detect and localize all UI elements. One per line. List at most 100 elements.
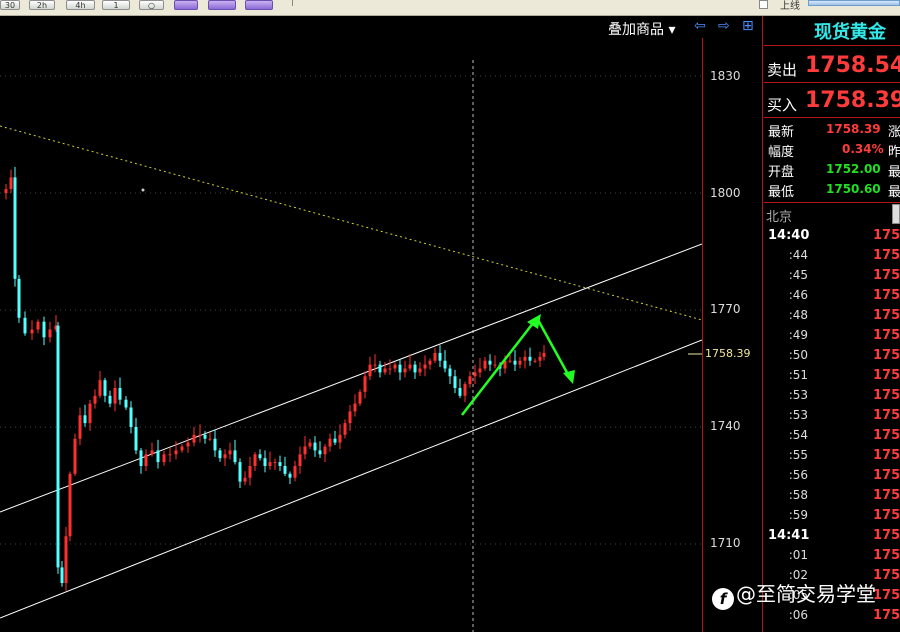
watermark-logo-icon: f bbox=[712, 588, 734, 610]
candle-body bbox=[408, 364, 412, 369]
candle-body bbox=[139, 450, 143, 466]
candle-body bbox=[78, 415, 82, 439]
quote-value: 1758.39 bbox=[826, 122, 881, 136]
tick-row: :55 175 bbox=[764, 446, 900, 466]
candle-body bbox=[288, 473, 292, 478]
candle-body bbox=[383, 368, 387, 373]
candle-body bbox=[438, 352, 442, 361]
timeframe-2h-button[interactable]: 2h bbox=[29, 0, 55, 10]
candle-body bbox=[283, 466, 287, 474]
candle-body bbox=[180, 446, 184, 451]
candle-body bbox=[513, 360, 517, 365]
y-tick-1710: 1710 bbox=[710, 536, 741, 550]
projection-arrow-down bbox=[535, 317, 572, 379]
toolbar-checkbox-label: 上线 bbox=[780, 1, 800, 12]
tick-price: 175 bbox=[873, 368, 900, 383]
tile-windows-icon[interactable]: ⊞ bbox=[742, 18, 754, 34]
candle-body bbox=[313, 442, 317, 451]
candle-body bbox=[268, 462, 272, 466]
quote-right-label: 最 bbox=[888, 165, 900, 180]
candle-body bbox=[298, 454, 302, 466]
panel-divider bbox=[762, 16, 763, 632]
candle-body bbox=[218, 450, 222, 459]
watermark: f @至简交易学堂 bbox=[712, 578, 876, 610]
sell-label: 卖出 bbox=[767, 61, 798, 79]
candlestick-chart[interactable] bbox=[0, 38, 702, 632]
candle-body bbox=[468, 376, 472, 385]
tick-price: 175 bbox=[873, 388, 900, 403]
candle-body bbox=[64, 536, 68, 583]
candle-body bbox=[308, 442, 312, 447]
tick-time: :45 bbox=[788, 268, 808, 282]
candle-body bbox=[258, 454, 262, 459]
sell-value: 1758.54 bbox=[805, 53, 900, 78]
candle-body bbox=[518, 360, 522, 365]
chart-grid bbox=[0, 75, 702, 545]
timeframe-4h-button[interactable]: 4h bbox=[66, 0, 95, 10]
tick-row: :54 175 bbox=[764, 426, 900, 446]
candle-body bbox=[4, 189, 8, 193]
candle-body bbox=[150, 450, 154, 455]
edit-tool-button[interactable] bbox=[208, 0, 236, 10]
timeframe-1-button[interactable]: 1 bbox=[102, 0, 130, 10]
quote-value: 0.34% bbox=[842, 142, 884, 156]
projection-arrow-down-head bbox=[563, 370, 575, 384]
buy-label: 买入 bbox=[767, 96, 798, 114]
timeframe-30-button[interactable]: 30 bbox=[0, 0, 20, 10]
candle-body bbox=[478, 368, 482, 373]
candle-body bbox=[23, 317, 27, 334]
y-tick-1830: 1830 bbox=[710, 69, 741, 83]
tick-price: 175 bbox=[873, 488, 900, 503]
candle-body bbox=[233, 450, 237, 463]
tick-row: 14:40 175 bbox=[764, 226, 900, 246]
toolbar: 30 2h 4h 1 ○ 上线 bbox=[0, 0, 900, 16]
tick-row: :45 175 bbox=[764, 266, 900, 286]
toolbar-checkbox[interactable] bbox=[759, 0, 768, 9]
settings-tool-button[interactable] bbox=[245, 0, 273, 10]
tick-time: :53 bbox=[788, 388, 808, 402]
candle-body bbox=[398, 364, 402, 373]
candle-body bbox=[9, 177, 13, 190]
overlay-commodity-dropdown[interactable]: 叠加商品 ▾ bbox=[608, 19, 675, 39]
tick-row: :50 175 bbox=[764, 346, 900, 366]
arrow-right-icon[interactable]: ⇨ bbox=[718, 18, 730, 34]
candles-group bbox=[4, 166, 546, 591]
candle-body bbox=[203, 434, 207, 439]
circle-tool-button[interactable]: ○ bbox=[139, 0, 164, 10]
candle-body bbox=[403, 368, 407, 373]
tick-time: :53 bbox=[788, 408, 808, 422]
candle-body bbox=[238, 462, 242, 482]
candle-body bbox=[98, 380, 102, 396]
arrow-left-icon[interactable]: ⇦ bbox=[694, 18, 706, 34]
separator bbox=[764, 117, 900, 118]
tick-price: 175 bbox=[873, 568, 900, 583]
tick-price: 175 bbox=[873, 428, 900, 443]
candle-body bbox=[273, 462, 277, 464]
candle-body bbox=[278, 462, 282, 466]
candle-body bbox=[243, 477, 247, 482]
candle-body bbox=[213, 438, 217, 451]
tick-list-scroll-button[interactable] bbox=[892, 204, 900, 224]
region-label: 北京 bbox=[766, 210, 793, 225]
candle-body bbox=[223, 454, 227, 459]
candle-body bbox=[413, 364, 417, 373]
buy-value: 1758.39 bbox=[805, 88, 900, 113]
candle-body bbox=[348, 411, 352, 424]
candle-body bbox=[30, 329, 34, 334]
price-axis-divider bbox=[702, 38, 703, 632]
tick-time: :51 bbox=[788, 368, 808, 382]
tick-time: :48 bbox=[788, 308, 808, 322]
tick-row: :44 175 bbox=[764, 246, 900, 266]
candle-body bbox=[363, 376, 367, 392]
candle-body bbox=[463, 384, 467, 396]
candle-body bbox=[523, 356, 527, 361]
draw-tool-button[interactable] bbox=[174, 0, 198, 10]
candle-body bbox=[418, 368, 422, 373]
candle-body bbox=[493, 364, 497, 366]
tick-time: :01 bbox=[788, 548, 808, 562]
tick-time: :46 bbox=[788, 288, 808, 302]
tick-price: 175 bbox=[873, 268, 900, 283]
candle-body bbox=[423, 364, 427, 369]
candle-body bbox=[528, 356, 532, 361]
candle-body bbox=[338, 434, 342, 443]
